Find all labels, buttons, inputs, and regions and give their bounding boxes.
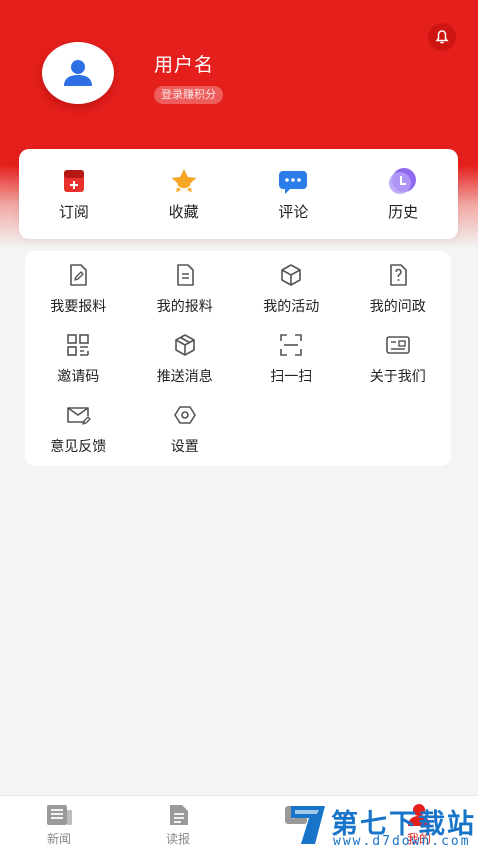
read-paper-icon: [170, 805, 188, 825]
menu-item-label: 邀请码: [57, 368, 100, 384]
notification-bell-button[interactable]: [428, 23, 456, 51]
quick-action-favorites[interactable]: 收藏: [129, 149, 239, 239]
menu-item-my-inquiries[interactable]: 我的问政: [345, 261, 452, 331]
bell-icon: [435, 30, 449, 44]
quick-action-comments[interactable]: 评论: [239, 149, 349, 239]
menu-item-feedback[interactable]: 意见反馈: [25, 401, 132, 471]
quick-action-label: 收藏: [168, 204, 199, 221]
watermark-url: www.d7down.com: [333, 834, 471, 849]
quick-action-label: 历史: [388, 204, 419, 221]
scan-icon: [280, 334, 303, 356]
tab-label: 新闻: [46, 832, 71, 846]
qr-grid-icon: [67, 334, 90, 356]
menu-item-submit-tip[interactable]: 我要报料: [25, 261, 132, 331]
comment-icon: [279, 171, 308, 194]
menu-item-label: 意见反馈: [50, 438, 107, 454]
newspaper-icon: [47, 805, 72, 825]
menu-item-settings[interactable]: 设置: [132, 401, 239, 471]
watermark-logo-icon: [291, 806, 325, 844]
edit-document-icon: [70, 264, 88, 286]
menu-item-label: 我要报料: [50, 298, 107, 314]
menu-item-push-messages[interactable]: 推送消息: [132, 331, 239, 401]
menu-item-scan[interactable]: 扫一扫: [238, 331, 345, 401]
menu-item-label: 我的活动: [263, 298, 320, 314]
menu-item-label: 我的问政: [369, 298, 426, 314]
question-document-icon: [389, 264, 407, 286]
menu-item-my-activities[interactable]: 我的活动: [238, 261, 345, 331]
tab-news[interactable]: 新闻: [24, 802, 94, 847]
quick-action-subscribe[interactable]: 订阅: [19, 149, 129, 239]
document-list-icon: [176, 264, 194, 286]
cube-icon: [281, 264, 302, 286]
watermark: 第七下载站 www.d7down.com: [283, 800, 478, 850]
quick-action-label: 评论: [278, 204, 309, 221]
login-points-badge[interactable]: 登录赚积分: [154, 86, 223, 104]
quick-action-history[interactable]: 历史: [348, 149, 458, 239]
avatar[interactable]: [42, 42, 114, 104]
menu-item-label: 扫一扫: [270, 368, 313, 384]
quick-action-label: 订阅: [58, 204, 89, 221]
subscribe-icon: [63, 170, 84, 192]
menu-item-label: 推送消息: [156, 368, 213, 384]
settings-hexagon-icon: [173, 406, 196, 424]
id-card-icon: [385, 336, 410, 354]
feedback-mail-icon: [67, 407, 91, 425]
menu-item-my-tips[interactable]: 我的报料: [132, 261, 239, 331]
username[interactable]: 用户名: [154, 50, 214, 77]
history-icon: [389, 168, 417, 194]
quick-actions-card: 订阅 收藏 评论 历史: [19, 149, 458, 239]
user-icon: [64, 60, 92, 86]
menu-item-label: 我的报料: [156, 298, 213, 314]
box-icon: [174, 334, 195, 356]
tab-label: 读报: [165, 832, 190, 846]
menu-item-label: 设置: [170, 438, 199, 454]
tab-read-paper[interactable]: 读报: [143, 802, 213, 847]
services-menu: 我要报料 我的报料 我的活动 我的问政 邀请码 推送消息 扫一扫 关于我们 意见…: [25, 251, 451, 466]
menu-item-label: 关于我们: [369, 368, 426, 384]
menu-item-invite-code[interactable]: 邀请码: [25, 331, 132, 401]
star-icon: [171, 169, 197, 193]
menu-item-about-us[interactable]: 关于我们: [345, 331, 452, 401]
